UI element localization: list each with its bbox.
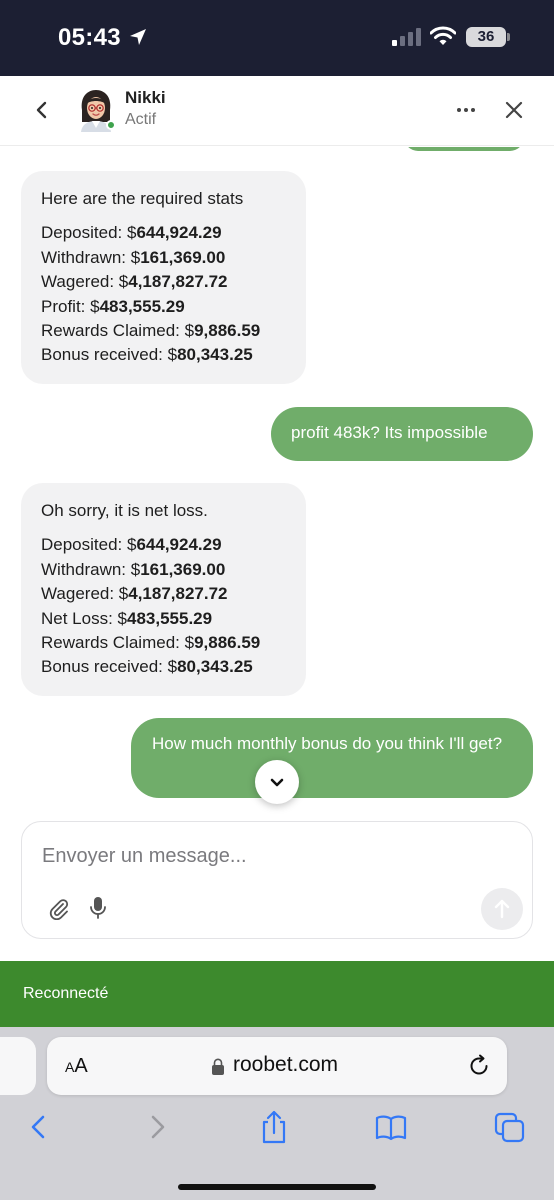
microphone-icon[interactable] xyxy=(88,896,108,920)
stat-line: Bonus received: $80,343.25 xyxy=(41,657,253,677)
battery-nub xyxy=(507,33,510,41)
wifi-icon xyxy=(430,26,456,45)
battery-level: 36 xyxy=(477,28,495,45)
forward-arrow-icon[interactable] xyxy=(140,1109,174,1145)
reconnected-banner: Reconnecté xyxy=(0,961,554,1027)
outgoing-message: How much monthly bonus do you think I'll… xyxy=(131,718,533,798)
incoming-message: Here are the required stats Deposited: $… xyxy=(21,171,306,384)
paperclip-icon[interactable] xyxy=(48,898,70,920)
status-time: 05:43 xyxy=(58,24,121,51)
reload-icon[interactable] xyxy=(467,1054,491,1078)
more-options-icon[interactable] xyxy=(452,98,480,122)
address-bar[interactable]: AA roobet.com xyxy=(47,1037,507,1095)
send-button[interactable] xyxy=(481,888,523,930)
stat-line: Net Loss: $483,555.29 xyxy=(41,608,213,628)
url-text: roobet.com xyxy=(233,1053,339,1076)
stat-line: Deposited: $644,924.29 xyxy=(41,223,222,243)
tabs-icon[interactable] xyxy=(493,1109,527,1145)
stat-line: Deposited: $644,924.29 xyxy=(41,535,222,555)
close-icon[interactable] xyxy=(500,96,528,124)
stat-line: Wagered: $4,187,827.72 xyxy=(41,584,228,604)
back-arrow-icon[interactable] xyxy=(22,1109,56,1145)
incoming-message: Oh sorry, it is net loss. Deposited: $64… xyxy=(21,483,306,696)
previous-outgoing-bubble xyxy=(404,147,524,151)
location-arrow-icon xyxy=(130,29,146,45)
agent-status: Actif xyxy=(125,111,157,128)
chat-header: Nikki Actif xyxy=(0,76,554,146)
status-bar: 05:43 36 xyxy=(0,0,554,76)
chat-messages[interactable]: Here are the required stats Deposited: $… xyxy=(0,147,554,815)
stat-line: Bonus received: $80,343.25 xyxy=(41,345,253,365)
banner-text: Reconnecté xyxy=(23,985,109,1002)
stat-line: Wagered: $4,187,827.72 xyxy=(41,272,228,292)
lock-icon xyxy=(212,1058,224,1075)
online-status-dot xyxy=(106,120,116,130)
message-text: Here are the required stats xyxy=(41,189,244,208)
message-composer xyxy=(21,821,533,939)
message-input[interactable] xyxy=(42,842,482,870)
outgoing-message: profit 483k? Its impossible xyxy=(271,407,533,461)
scroll-to-bottom-button[interactable] xyxy=(255,760,299,804)
stat-line: Profit: $483,555.29 xyxy=(41,296,185,316)
home-indicator xyxy=(178,1184,376,1190)
stat-line: Rewards Claimed: $9,886.59 xyxy=(41,321,261,341)
stat-line: Rewards Claimed: $9,886.59 xyxy=(41,633,261,653)
text-size-button[interactable]: AA xyxy=(65,1055,88,1078)
stat-line: Withdrawn: $161,369.00 xyxy=(41,559,226,579)
previous-tab-preview[interactable] xyxy=(0,1037,36,1095)
share-icon[interactable] xyxy=(257,1109,291,1145)
stat-line: Withdrawn: $161,369.00 xyxy=(41,247,226,267)
agent-name: Nikki xyxy=(125,88,166,107)
back-chevron-icon[interactable] xyxy=(30,98,54,122)
battery-icon: 36 xyxy=(466,27,506,47)
bookmarks-icon[interactable] xyxy=(374,1109,408,1145)
browser-toolbar: AA roobet.com xyxy=(0,1027,554,1200)
browser-nav-row xyxy=(0,1109,554,1149)
cellular-signal-icon xyxy=(392,28,421,46)
message-text: Oh sorry, it is net loss. xyxy=(41,501,208,520)
